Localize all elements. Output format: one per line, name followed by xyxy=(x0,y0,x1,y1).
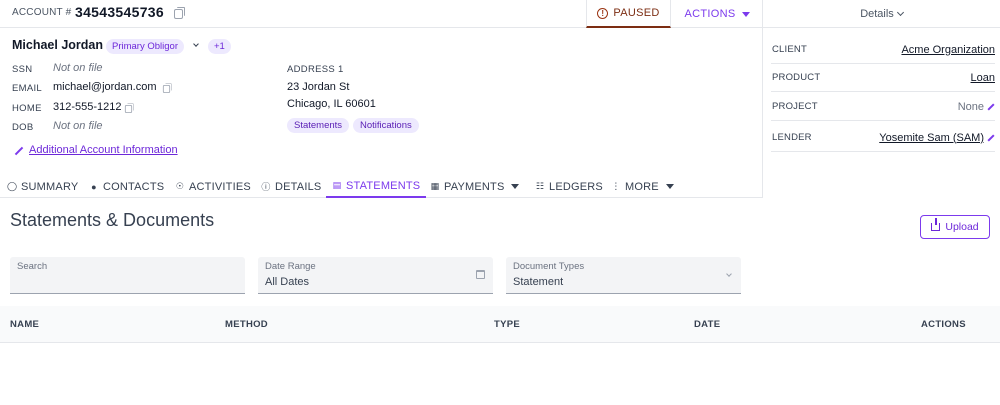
detail-label: LENDER xyxy=(772,132,812,143)
dob-label: DOB xyxy=(12,122,34,133)
detail-row-project: PROJECT None xyxy=(771,93,995,121)
lender-value-wrap: Yosemite Sam (SAM) xyxy=(879,132,995,144)
tab-label: CONTACTS xyxy=(103,180,165,193)
tab-activities[interactable]: ☉ ACTIVITIES xyxy=(175,175,251,198)
account-label: ACCOUNT # xyxy=(12,7,72,18)
customer-name: Michael Jordan xyxy=(12,38,103,52)
detail-label: PRODUCT xyxy=(772,72,821,83)
broadcast-icon: ☉ xyxy=(175,181,185,191)
edit-icon[interactable] xyxy=(987,103,995,111)
details-panel: CLIENT Acme Organization PRODUCT Loan PR… xyxy=(762,28,1000,198)
email-value: michael@jordan.com xyxy=(53,81,157,93)
info-icon: ⓘ xyxy=(261,182,271,192)
lender-link[interactable]: Yosemite Sam (SAM) xyxy=(879,132,984,144)
upload-icon xyxy=(931,218,941,231)
tab-ledgers[interactable]: ☷ LEDGERS xyxy=(535,175,603,198)
upload-label: Upload xyxy=(945,221,979,233)
client-link[interactable]: Acme Organization xyxy=(901,44,995,56)
chevron-down-icon xyxy=(726,271,732,277)
calendar-icon xyxy=(476,270,485,279)
tag-notifications: Notifications xyxy=(353,118,419,133)
more-vertical-icon: ⋮ xyxy=(611,181,621,191)
date-range-picker[interactable]: Date Range All Dates xyxy=(258,257,493,294)
tab-more[interactable]: ⋮ MORE xyxy=(611,175,674,198)
details-label: Details xyxy=(860,8,894,20)
additional-info-link[interactable]: Additional Account Information xyxy=(14,144,178,156)
column-actions: ACTIONS xyxy=(921,319,966,330)
search-label: Search xyxy=(17,261,48,272)
extra-obligors-badge[interactable]: +1 xyxy=(208,39,231,54)
copy-icon[interactable] xyxy=(162,83,172,93)
page-title: Statements & Documents xyxy=(10,210,215,230)
project-value: None xyxy=(957,100,984,113)
chevron-down-icon[interactable] xyxy=(193,41,199,47)
status-paused: ! PAUSED xyxy=(586,0,671,28)
details-toggle[interactable]: Details xyxy=(762,0,1000,28)
edit-icon[interactable] xyxy=(987,134,995,142)
tab-label: MORE xyxy=(625,180,659,193)
copy-icon[interactable] xyxy=(174,7,185,19)
dob-value: Not on file xyxy=(53,120,103,132)
document-icon: ▤ xyxy=(332,180,342,190)
detail-row-lender: LENDER Yosemite Sam (SAM) xyxy=(771,124,995,152)
document-types-label: Document Types xyxy=(513,261,585,272)
upload-button[interactable]: Upload xyxy=(920,215,990,239)
address-line2: Chicago, IL 60601 xyxy=(287,98,376,110)
role-badge: Primary Obligor xyxy=(106,39,184,54)
caret-down-icon xyxy=(511,184,520,189)
copy-icon[interactable] xyxy=(124,103,134,113)
account-number: 34543545736 xyxy=(75,4,164,20)
ssn-label: SSN xyxy=(12,64,33,75)
tab-contacts[interactable]: ● CONTACTS xyxy=(89,175,164,198)
tab-summary[interactable]: ◯ SUMMARY xyxy=(7,175,78,198)
tab-label: SUMMARY xyxy=(21,180,79,193)
column-method[interactable]: METHOD xyxy=(225,319,268,330)
column-date[interactable]: DATE xyxy=(694,319,720,330)
chevron-down-icon xyxy=(896,8,904,17)
date-range-value: All Dates xyxy=(265,276,310,288)
tab-label: PAYMENTS xyxy=(444,180,505,193)
tab-label: STATEMENTS xyxy=(346,179,421,192)
detail-row-product: PRODUCT Loan xyxy=(771,64,995,92)
alert-icon: ! xyxy=(597,7,609,19)
project-value-wrap: None xyxy=(958,101,995,113)
caret-down-icon xyxy=(665,184,674,189)
home-phone-value: 312-555-1212 xyxy=(53,101,122,113)
detail-label: CLIENT xyxy=(772,44,807,55)
tab-details[interactable]: ⓘ DETAILS xyxy=(261,175,321,198)
people-icon: ● xyxy=(91,181,97,192)
status-label: PAUSED xyxy=(613,7,660,19)
address-label: ADDRESS 1 xyxy=(287,64,344,75)
product-link[interactable]: Loan xyxy=(971,72,995,84)
email-label: EMAIL xyxy=(12,83,43,94)
address-line1: 23 Jordan St xyxy=(287,81,350,93)
payment-icon: ▦ xyxy=(430,181,440,191)
tab-payments[interactable]: ▦ PAYMENTS xyxy=(430,175,520,198)
person-icon: ◯ xyxy=(7,181,18,191)
column-type[interactable]: TYPE xyxy=(494,319,520,330)
tab-label: DETAILS xyxy=(275,180,322,193)
table-header: NAME METHOD TYPE DATE ACTIONS xyxy=(0,306,1000,343)
ssn-value: Not on file xyxy=(53,62,103,74)
ledger-icon: ☷ xyxy=(535,181,545,191)
detail-row-client: CLIENT Acme Organization xyxy=(771,36,995,64)
date-range-label: Date Range xyxy=(265,261,316,272)
tab-label: LEDGERS xyxy=(549,180,603,193)
search-input[interactable]: Search xyxy=(10,257,245,294)
detail-label: PROJECT xyxy=(772,101,818,112)
tab-bar: ◯ SUMMARY ● CONTACTS ☉ ACTIVITIES ⓘ DETAILS … xyxy=(0,175,762,198)
tag-statements: Statements xyxy=(287,118,350,133)
tab-statements[interactable]: ▤ STATEMENTS xyxy=(326,175,427,198)
document-types-select[interactable]: Document Types Statement xyxy=(506,257,741,294)
actions-label: ACTIONS xyxy=(684,8,736,20)
document-types-value: Statement xyxy=(513,276,564,288)
tab-label: ACTIVITIES xyxy=(189,180,251,193)
caret-down-icon xyxy=(741,11,750,17)
actions-button[interactable]: ACTIONS xyxy=(672,0,762,28)
home-label: HOME xyxy=(12,103,42,114)
column-name[interactable]: NAME xyxy=(10,319,39,330)
